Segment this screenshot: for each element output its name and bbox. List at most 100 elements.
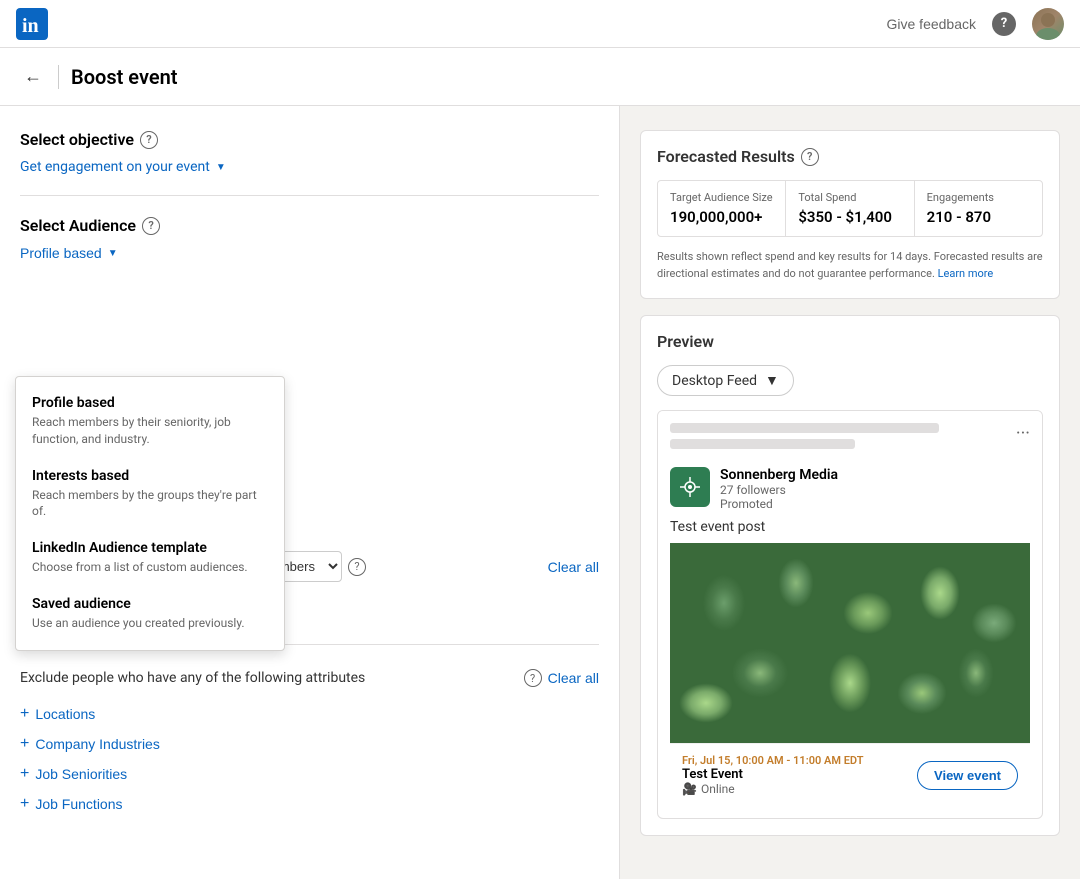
metric-total-spend: Total Spend $350 - $1,400 [786, 181, 914, 236]
add-company-industries-label: Company Industries [35, 736, 160, 752]
objective-value: Get engagement on your event [20, 159, 210, 175]
nav-left: in [16, 8, 48, 40]
view-event-button[interactable]: View event [917, 761, 1018, 790]
objective-dropdown[interactable]: Get engagement on your event ▼ [20, 159, 599, 175]
dropdown-item-title-2: LinkedIn Audience template [32, 540, 268, 556]
ad-event-name: Test Event [682, 767, 864, 782]
include-help-icon[interactable]: ? [348, 558, 366, 576]
give-feedback-button[interactable]: Give feedback [887, 16, 977, 32]
objective-help-icon[interactable]: ? [140, 131, 158, 149]
dropdown-item-desc-3: Use an audience you created previously. [32, 615, 268, 632]
objective-dropdown-arrow: ▼ [216, 162, 226, 173]
company-name: Sonnenberg Media [720, 467, 838, 483]
ad-card-header: ··· [658, 411, 1042, 467]
forecasted-title-text: Forecasted Results [657, 147, 795, 166]
ad-company-row: Sonnenberg Media 27 followers Promoted [658, 467, 1042, 519]
metric-engagements-label: Engagements [927, 191, 1030, 204]
dropdown-item-profile-based[interactable]: Profile based Reach members by their sen… [16, 385, 284, 458]
metric-engagements: Engagements 210 - 870 [915, 181, 1042, 236]
add-job-functions-label: Job Functions [35, 796, 122, 812]
exclude-label-text: Exclude people who have any of the follo… [20, 670, 518, 686]
select-objective-text: Select objective [20, 130, 134, 149]
user-avatar[interactable] [1032, 8, 1064, 40]
forecasted-results-card: Forecasted Results ? Target Audience Siz… [640, 130, 1060, 299]
dropdown-item-saved-audience[interactable]: Saved audience Use an audience you creat… [16, 586, 284, 642]
audience-dropdown-menu: Profile based Reach members by their sen… [15, 376, 285, 651]
help-icon[interactable]: ? [992, 12, 1016, 36]
feed-select-label: Desktop Feed [672, 373, 757, 389]
ad-body: Test event post Fri, Jul 15, 10:00 AM - … [658, 519, 1042, 818]
company-logo [670, 467, 710, 507]
ad-event-location-text: Online [701, 782, 735, 796]
left-panel: Select objective ? Get engagement on you… [0, 106, 620, 879]
include-clear-all-button[interactable]: Clear all [548, 559, 599, 575]
ad-card: ··· Sonnenberg Media [657, 410, 1043, 819]
dropdown-item-audience-template[interactable]: LinkedIn Audience template Choose from a… [16, 530, 284, 586]
skeleton-bar-2 [670, 439, 855, 449]
audience-dropdown-arrow: ▼ [108, 248, 118, 259]
learn-more-link[interactable]: Learn more [938, 267, 994, 280]
forecasted-help-icon[interactable]: ? [801, 148, 819, 166]
add-locations-label: Locations [35, 706, 95, 722]
top-nav: in Give feedback ? [0, 0, 1080, 48]
add-locations-button[interactable]: + Locations [20, 699, 95, 729]
page-title: Boost event [71, 65, 177, 89]
select-audience-section: Select Audience ? Profile based ▼ [20, 216, 599, 261]
main-layout: Select objective ? Get engagement on you… [0, 106, 1080, 879]
metric-audience-label: Target Audience Size [670, 191, 773, 204]
dropdown-item-title-0: Profile based [32, 395, 268, 411]
nav-right: Give feedback ? [887, 8, 1065, 40]
audience-help-icon[interactable]: ? [142, 217, 160, 235]
audience-dropdown-button[interactable]: Profile based ▼ [20, 245, 118, 261]
preview-title: Preview [657, 332, 1043, 351]
ad-image [670, 543, 1030, 743]
ad-company-info: Sonnenberg Media 27 followers Promoted [720, 467, 838, 511]
exclude-section: Exclude people who have any of the follo… [20, 669, 599, 819]
metric-engagements-value: 210 - 870 [927, 208, 1030, 226]
feed-select[interactable]: Desktop Feed ▼ [657, 365, 794, 396]
exclude-help-icon[interactable]: ? [524, 669, 542, 687]
dropdown-item-desc-0: Reach members by their seniority, job fu… [32, 414, 268, 448]
exclude-clear-all-button[interactable]: Clear all [548, 670, 599, 686]
dropdown-item-title-1: Interests based [32, 468, 268, 484]
feed-select-arrow-icon: ▼ [765, 372, 779, 389]
forecasted-note: Results shown reflect spend and key resu… [657, 249, 1043, 282]
plus-icon-seniorities: + [20, 765, 29, 783]
skeleton-bar-1 [670, 423, 939, 433]
more-options-icon[interactable]: ··· [1016, 423, 1030, 444]
video-icon: 🎥 [682, 782, 697, 796]
right-panel: Forecasted Results ? Target Audience Siz… [620, 106, 1080, 879]
page-header: ← Boost event [0, 48, 1080, 106]
metric-audience-size: Target Audience Size 190,000,000+ [658, 181, 786, 236]
add-job-functions-button[interactable]: + Job Functions [20, 789, 123, 819]
dropdown-item-title-3: Saved audience [32, 596, 268, 612]
linkedin-logo-icon: in [16, 8, 48, 40]
select-objective-label: Select objective ? [20, 130, 599, 149]
svg-text:in: in [22, 15, 39, 37]
section-divider-1 [20, 195, 599, 196]
promoted-label: Promoted [720, 497, 838, 511]
exclude-label-row: Exclude people who have any of the follo… [20, 669, 599, 687]
company-followers: 27 followers [720, 483, 838, 497]
add-job-seniorities-button[interactable]: + Job Seniorities [20, 759, 127, 789]
ad-event-date: Fri, Jul 15, 10:00 AM - 11:00 AM EDT [682, 754, 864, 767]
dropdown-item-desc-2: Choose from a list of custom audiences. [32, 559, 268, 576]
back-button[interactable]: ← [20, 62, 46, 91]
audience-value: Profile based [20, 245, 102, 261]
ad-skeleton [670, 423, 1006, 455]
plus-icon-functions: + [20, 795, 29, 813]
ad-event-info: Fri, Jul 15, 10:00 AM - 11:00 AM EDT Tes… [682, 754, 864, 796]
header-divider [58, 65, 59, 89]
add-company-industries-button[interactable]: + Company Industries [20, 729, 160, 759]
select-objective-section: Select objective ? Get engagement on you… [20, 130, 599, 175]
ad-post-text: Test event post [670, 519, 1030, 535]
forecasted-title: Forecasted Results ? [657, 147, 1043, 166]
metric-spend-label: Total Spend [798, 191, 901, 204]
preview-select-row: Desktop Feed ▼ [657, 365, 1043, 396]
ad-event-location: 🎥 Online [682, 782, 864, 796]
ad-event-footer: Fri, Jul 15, 10:00 AM - 11:00 AM EDT Tes… [670, 743, 1030, 806]
preview-card: Preview Desktop Feed ▼ ··· [640, 315, 1060, 836]
dropdown-item-interests-based[interactable]: Interests based Reach members by the gro… [16, 458, 284, 531]
metrics-row: Target Audience Size 190,000,000+ Total … [657, 180, 1043, 237]
plus-icon-industries: + [20, 735, 29, 753]
